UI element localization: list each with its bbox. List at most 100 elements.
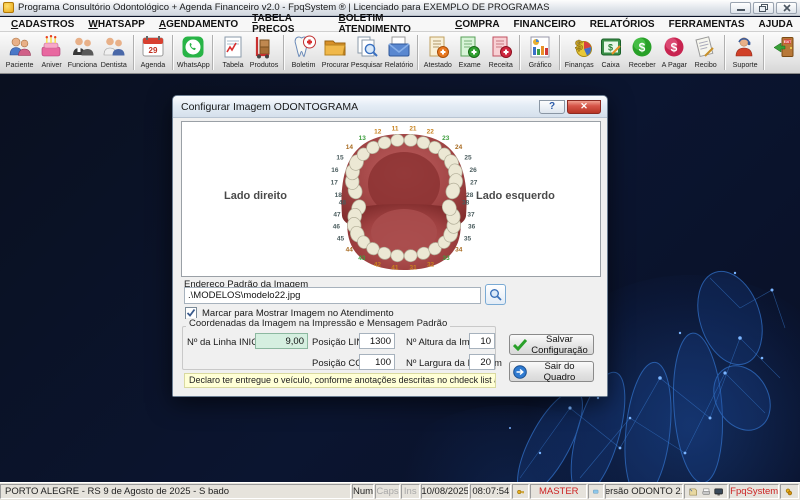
image-width-input[interactable] — [469, 354, 495, 370]
svg-text:47: 47 — [333, 211, 341, 218]
menu-item-ajuda[interactable]: AJUDA — [752, 19, 800, 30]
toolbar-button-label: Relatório — [384, 60, 413, 69]
toolbar-button-paciente[interactable]: Paciente — [4, 33, 35, 72]
calendar-icon: 29 — [140, 34, 166, 60]
folder-icon — [322, 34, 348, 60]
toolbar-button-receita[interactable]: Receita — [485, 33, 516, 72]
svg-text:35: 35 — [464, 235, 472, 242]
toolbar-button-financas[interactable]: $ Finanças — [564, 33, 595, 72]
toolbar-button-label: Gráfico — [529, 60, 552, 69]
cake-icon — [38, 34, 64, 60]
toolbar-button-procurar[interactable]: Procurar — [319, 33, 350, 72]
toolbar-button-whatsapp[interactable]: WhatsApp — [177, 33, 209, 72]
column-position-input[interactable] — [359, 354, 395, 370]
exit-dialog-button[interactable]: Sair do Quadro — [509, 361, 594, 382]
toolbar-separator — [763, 35, 765, 70]
line-position-input[interactable] — [359, 333, 395, 349]
svg-text:22: 22 — [427, 129, 435, 136]
side-label-right: Lado direito — [224, 190, 287, 202]
toolbar-button-pesquisar[interactable]: Pesquisar — [351, 33, 383, 72]
status-insert: Ins — [401, 484, 420, 499]
key-icon — [512, 484, 529, 499]
toolbar-button-atestado[interactable]: Atestado — [422, 33, 453, 72]
toolbar-button-apagar[interactable]: $A Pagar — [658, 33, 689, 72]
search-docs-icon — [354, 34, 380, 60]
toolbar-button-produtos[interactable]: Produtos — [249, 33, 280, 72]
toolbar-button-receber[interactable]: $Receber — [627, 33, 658, 72]
menu-item-ferramentas[interactable]: FERRAMENTAS — [662, 19, 752, 30]
toolbar-button-grafico[interactable]: Gráfico — [524, 33, 555, 72]
image-path-input[interactable] — [184, 287, 481, 304]
coordinates-group-label: Coordenadas da Imagem na Impressão e Men… — [186, 318, 450, 329]
svg-text:25: 25 — [464, 155, 472, 162]
toolbar-button-aniver[interactable]: Aniver — [35, 33, 66, 72]
declaration-message: Declaro ter entregue o veículo, conforme… — [184, 373, 496, 388]
svg-text:EXIT: EXIT — [784, 40, 792, 44]
svg-text:15: 15 — [336, 155, 344, 162]
menu-item-cadastros[interactable]: CADASTROS — [4, 19, 81, 30]
svg-text:31: 31 — [409, 265, 417, 272]
toolbar-button-sair[interactable]: EXIT — [768, 33, 799, 72]
menu-item-financeiro[interactable]: FINANCEIRO — [507, 19, 583, 30]
receipt-icon — [692, 34, 718, 60]
dialog-close-button[interactable]: ✕ — [567, 100, 601, 114]
dialog-titlebar[interactable]: Configurar Imagem ODONTOGRAMA ? ✕ — [173, 96, 607, 118]
svg-text:34: 34 — [455, 246, 463, 253]
toolbar-separator — [283, 35, 285, 70]
menu-item-compra[interactable]: COMPRA — [448, 19, 506, 30]
svg-text:43: 43 — [358, 255, 366, 262]
initial-line-input[interactable] — [255, 333, 308, 349]
svg-text:11: 11 — [392, 125, 399, 132]
products-icon — [251, 34, 277, 60]
image-height-input[interactable] — [469, 333, 495, 349]
toolbar-button-label: Caixa — [602, 60, 620, 69]
toolbar-button-label: Exame — [458, 60, 480, 69]
toolbar-button-label: Dentista — [101, 60, 127, 69]
toolbar-button-suporte[interactable]: Suporte — [729, 33, 760, 72]
svg-text:$: $ — [575, 37, 583, 53]
close-button[interactable] — [776, 2, 797, 14]
minimize-button[interactable] — [730, 2, 751, 14]
toolbar-button-label: Funciona — [68, 60, 97, 69]
status-mini-icon — [588, 484, 603, 499]
status-tool-icons — [684, 484, 728, 499]
dialog-help-button[interactable]: ? — [539, 100, 565, 114]
svg-text:37: 37 — [467, 211, 475, 218]
toolbar-button-boletim[interactable]: Boletim — [288, 33, 319, 72]
menu-item-agendamento[interactable]: AGENDAMENTO — [152, 19, 245, 30]
staff-icon — [70, 34, 96, 60]
svg-text:17: 17 — [331, 180, 339, 187]
status-time: 08:07:54 — [470, 484, 511, 499]
configure-image-dialog: Configurar Imagem ODONTOGRAMA ? ✕ — [172, 95, 608, 397]
app-icon — [3, 2, 14, 13]
toolbar-button-agenda[interactable]: 29Agenda — [138, 33, 169, 72]
browse-image-button[interactable] — [485, 284, 506, 305]
toolbar-button-tabela[interactable]: Tabela — [217, 33, 248, 72]
toolbar-button-exame[interactable]: Exame — [454, 33, 485, 72]
save-configuration-button[interactable]: Salvar Configuração — [509, 334, 594, 355]
svg-text:24: 24 — [455, 144, 463, 151]
price-table-icon — [220, 34, 246, 60]
svg-text:29: 29 — [149, 46, 158, 55]
toolbar: PacienteAniverFunciona Dentista 29Agenda Wh… — [0, 32, 800, 74]
toolbar-button-relatorio[interactable]: Relatório — [383, 33, 414, 72]
dialog-title: Configurar Imagem ODONTOGRAMA — [173, 101, 539, 113]
svg-text:23: 23 — [442, 135, 450, 142]
toolbar-button-caixa[interactable]: $Caixa — [595, 33, 626, 72]
side-label-left: Lado esquerdo — [476, 190, 555, 202]
report-icon — [386, 34, 412, 60]
menu-item-whatsapp[interactable]: WHATSAPP — [81, 19, 152, 30]
toolbar-button-funciona[interactable]: Funciona — [67, 33, 98, 72]
window-title: Programa Consultório Odontológico + Agen… — [18, 2, 730, 13]
restore-button[interactable] — [753, 2, 774, 14]
menu-item-relatórios[interactable]: RELATÓRIOS — [583, 19, 662, 30]
svg-text:44: 44 — [346, 246, 354, 253]
svg-text:$: $ — [671, 41, 678, 55]
toolbar-button-recibo[interactable]: Recibo — [690, 33, 721, 72]
toolbar-button-label: Finanças — [565, 60, 594, 69]
exit-door-icon: EXIT — [771, 34, 797, 60]
svg-text:33: 33 — [443, 255, 451, 262]
dialog-body: 1817161514131211212223242526272848474645… — [173, 118, 607, 396]
toolbar-button-dentista[interactable]: Dentista — [98, 33, 129, 72]
certificate-icon — [425, 34, 451, 60]
